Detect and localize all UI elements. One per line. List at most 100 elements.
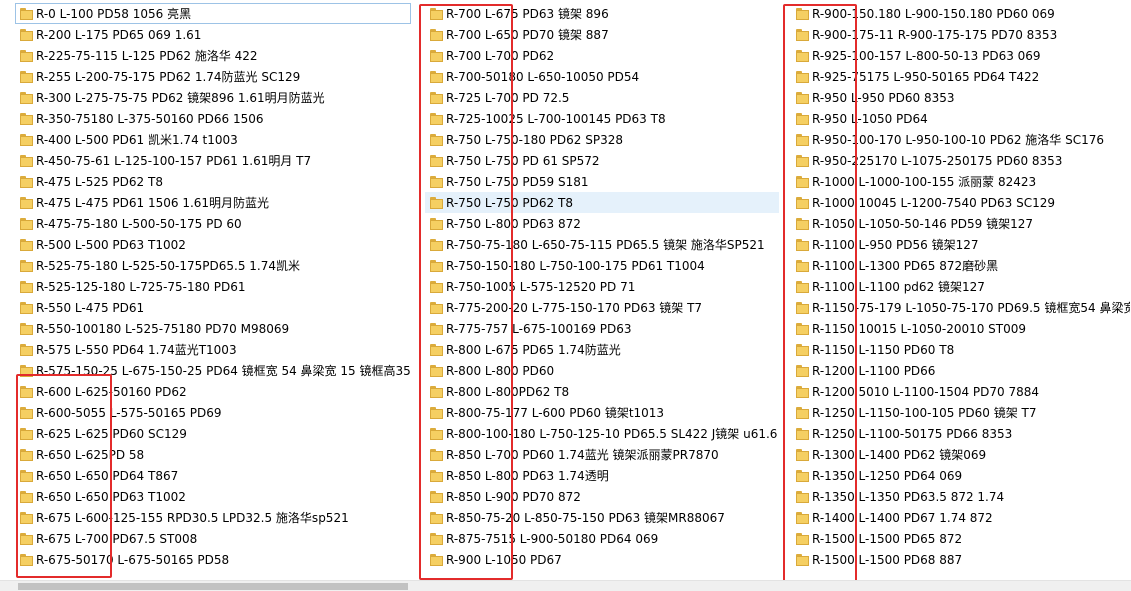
folder-item[interactable]: R-675-50170 L-675-50165 PD58 [15, 549, 411, 570]
folder-item[interactable]: R-850 L-700 PD60 1.74蓝光 镜架派丽蒙PR7870 [425, 444, 779, 465]
folder-item[interactable]: R-725 L-700 PD 72.5 [425, 87, 779, 108]
folder-name: R-1150 10015 L-1050-20010 ST009 [812, 322, 1027, 336]
folder-item[interactable]: R-800-75-177 L-600 PD60 镜架t1013 [425, 402, 779, 423]
folder-item[interactable]: R-700 L-675 PD63 镜架 896 [425, 3, 779, 24]
folder-item[interactable]: R-750 L-750 PD62 T8 [425, 192, 779, 213]
folder-icon [796, 428, 809, 440]
folder-item[interactable]: R-1000 10045 L-1200-7540 PD63 SC129 [791, 192, 1131, 213]
folder-item[interactable]: R-750-1005 L-575-12520 PD 71 [425, 276, 779, 297]
folder-item[interactable]: R-0 L-100 PD58 1056 亮黑 [15, 3, 411, 24]
folder-item[interactable]: R-1150 10015 L-1050-20010 ST009 [791, 318, 1131, 339]
folder-item[interactable]: R-450-75-61 L-125-100-157 PD61 1.61明月 T7 [15, 150, 411, 171]
folder-item[interactable]: R-800 L-800 PD60 [425, 360, 779, 381]
folder-name: R-950 L-1050 PD64 [812, 112, 928, 126]
scrollbar-thumb[interactable] [18, 583, 408, 590]
folder-item[interactable]: R-1500 L-1500 PD68 887 [791, 549, 1131, 570]
folder-name: R-900 L-1050 PD67 [446, 553, 562, 567]
folder-item[interactable]: R-1300 L-1400 PD62 镜架069 [791, 444, 1131, 465]
folder-item[interactable]: R-600 L-625-50160 PD62 [15, 381, 411, 402]
folder-icon [796, 155, 809, 167]
folder-item[interactable]: R-775-200-20 L-775-150-170 PD63 镜架 T7 [425, 297, 779, 318]
folder-item[interactable]: R-750 L-750 PD59 S181 [425, 171, 779, 192]
folder-item[interactable]: R-850 L-800 PD63 1.74透明 [425, 465, 779, 486]
folder-icon [20, 533, 33, 545]
folder-item[interactable]: R-525-125-180 L-725-75-180 PD61 [15, 276, 411, 297]
folder-item[interactable]: R-800-100-180 L-750-125-10 PD65.5 SL422 … [425, 423, 779, 444]
folder-item[interactable]: R-1100 L-1100 pd62 镜架127 [791, 276, 1131, 297]
folder-item[interactable]: R-950 L-1050 PD64 [791, 108, 1131, 129]
folder-icon [20, 470, 33, 482]
folder-item[interactable]: R-225-75-115 L-125 PD62 施洛华 422 [15, 45, 411, 66]
folder-item[interactable]: R-800 L-675 PD65 1.74防蓝光 [425, 339, 779, 360]
folder-item[interactable]: R-675 L-700 PD67.5 ST008 [15, 528, 411, 549]
folder-item[interactable]: R-1350 L-1350 PD63.5 872 1.74 [791, 486, 1131, 507]
folder-item[interactable]: R-650 L-625PD 58 [15, 444, 411, 465]
folder-item[interactable]: R-900 L-1050 PD67 [425, 549, 779, 570]
folder-icon [430, 407, 443, 419]
folder-item[interactable]: R-750-150-180 L-750-100-175 PD61 T1004 [425, 255, 779, 276]
folder-item[interactable]: R-950-225170 L-1075-250175 PD60 8353 [791, 150, 1131, 171]
folder-item[interactable]: R-850 L-900 PD70 872 [425, 486, 779, 507]
folder-name: R-1350 L-1250 PD64 069 [812, 469, 963, 483]
folder-item[interactable]: R-925-100-157 L-800-50-13 PD63 069 [791, 45, 1131, 66]
folder-icon [796, 533, 809, 545]
folder-icon [430, 449, 443, 461]
folder-name: R-450-75-61 L-125-100-157 PD61 1.61明月 T7 [36, 154, 312, 168]
folder-item[interactable]: R-525-75-180 L-525-50-175PD65.5 1.74凯米 [15, 255, 411, 276]
folder-item[interactable]: R-650 L-650 PD63 T1002 [15, 486, 411, 507]
folder-item[interactable]: R-475 L-525 PD62 T8 [15, 171, 411, 192]
folder-item[interactable]: R-575 L-550 PD64 1.74蓝光T1003 [15, 339, 411, 360]
folder-item[interactable]: R-575-150-25 L-675-150-25 PD64 镜框宽 54 鼻梁… [15, 360, 411, 381]
folder-item[interactable]: R-900-150.180 L-900-150.180 PD60 069 [791, 3, 1131, 24]
folder-item[interactable]: R-1250 L-1150-100-105 PD60 镜架 T7 [791, 402, 1131, 423]
folder-item[interactable]: R-300 L-275-75-75 PD62 镜架896 1.61明月防蓝光 [15, 87, 411, 108]
folder-item[interactable]: R-675 L-600-125-155 RPD30.5 LPD32.5 施洛华s… [15, 507, 411, 528]
folder-item[interactable]: R-700 L-700 PD62 [425, 45, 779, 66]
folder-item[interactable]: R-1150-75-179 L-1050-75-170 PD69.5 镜框宽54… [791, 297, 1131, 318]
folder-item[interactable]: R-1050 L-1050-50-146 PD59 镜架127 [791, 213, 1131, 234]
folder-item[interactable]: R-200 L-175 PD65 069 1.61 [15, 24, 411, 45]
folder-name: R-725-10025 L-700-100145 PD63 T8 [446, 112, 666, 126]
folder-item[interactable]: R-255 L-200-75-175 PD62 1.74防蓝光 SC129 [15, 66, 411, 87]
folder-item[interactable]: R-550 L-475 PD61 [15, 297, 411, 318]
folder-item[interactable]: R-925-75175 L-950-50165 PD64 T422 [791, 66, 1131, 87]
folder-item[interactable]: R-950-100-170 L-950-100-10 PD62 施洛华 SC17… [791, 129, 1131, 150]
folder-item[interactable]: R-700 L-650 PD70 镜架 887 [425, 24, 779, 45]
folder-item[interactable]: R-775-757 L-675-100169 PD63 [425, 318, 779, 339]
folder-item[interactable]: R-625 L-625 PD60 SC129 [15, 423, 411, 444]
folder-item[interactable]: R-950 L-950 PD60 8353 [791, 87, 1131, 108]
folder-item[interactable]: R-1100 L-950 PD56 镜架127 [791, 234, 1131, 255]
folder-item[interactable]: R-1150 L-1150 PD60 T8 [791, 339, 1131, 360]
folder-item[interactable]: R-750-75-180 L-650-75-115 PD65.5 镜架 施洛华S… [425, 234, 779, 255]
folder-item[interactable]: R-850-75-20 L-850-75-150 PD63 镜架MR88067 [425, 507, 779, 528]
folder-item[interactable]: R-1350 L-1250 PD64 069 [791, 465, 1131, 486]
file-list-view: R-0 L-100 PD58 1056 亮黑 R-200 L-175 PD65 0… [0, 0, 1131, 584]
folder-name: R-600 L-625-50160 PD62 [36, 385, 187, 399]
folder-item[interactable]: R-875-7515 L-900-50180 PD64 069 [425, 528, 779, 549]
folder-item[interactable]: R-1000 L-1000-100-155 派丽蒙 82423 [791, 171, 1131, 192]
folder-item[interactable]: R-750 L-750 PD 61 SP572 [425, 150, 779, 171]
folder-item[interactable]: R-475-75-180 L-500-50-175 PD 60 [15, 213, 411, 234]
folder-item[interactable]: R-750 L-750-180 PD62 SP328 [425, 129, 779, 150]
folder-item[interactable]: R-750 L-800 PD63 872 [425, 213, 779, 234]
folder-item[interactable]: R-550-100180 L-525-75180 PD70 M98069 [15, 318, 411, 339]
folder-item[interactable]: R-800 L-800PD62 T8 [425, 381, 779, 402]
folder-item[interactable]: R-1200 5010 L-1100-1504 PD70 7884 [791, 381, 1131, 402]
folder-icon [430, 344, 443, 356]
folder-item[interactable]: R-1100 L-1300 PD65 872磨砂黑 [791, 255, 1131, 276]
folder-item[interactable]: R-400 L-500 PD61 凯米1.74 t1003 [15, 129, 411, 150]
folder-item[interactable]: R-350-75180 L-375-50160 PD66 1506 [15, 108, 411, 129]
folder-item[interactable]: R-900-175-11 R-900-175-175 PD70 8353 [791, 24, 1131, 45]
folder-item[interactable]: R-1200 L-1100 PD66 [791, 360, 1131, 381]
folder-item[interactable]: R-500 L-500 PD63 T1002 [15, 234, 411, 255]
folder-name: R-950-100-170 L-950-100-10 PD62 施洛华 SC17… [812, 133, 1105, 147]
folder-item[interactable]: R-1500 L-1500 PD65 872 [791, 528, 1131, 549]
horizontal-scrollbar[interactable] [0, 580, 1131, 591]
folder-item[interactable]: R-1400 L-1400 PD67 1.74 872 [791, 507, 1131, 528]
folder-item[interactable]: R-650 L-650 PD64 T867 [15, 465, 411, 486]
folder-item[interactable]: R-725-10025 L-700-100145 PD63 T8 [425, 108, 779, 129]
folder-item[interactable]: R-1250 L-1100-50175 PD66 8353 [791, 423, 1131, 444]
folder-item[interactable]: R-475 L-475 PD61 1506 1.61明月防蓝光 [15, 192, 411, 213]
folder-item[interactable]: R-600-5055 L-575-50165 PD69 [15, 402, 411, 423]
folder-item[interactable]: R-700-50180 L-650-10050 PD54 [425, 66, 779, 87]
